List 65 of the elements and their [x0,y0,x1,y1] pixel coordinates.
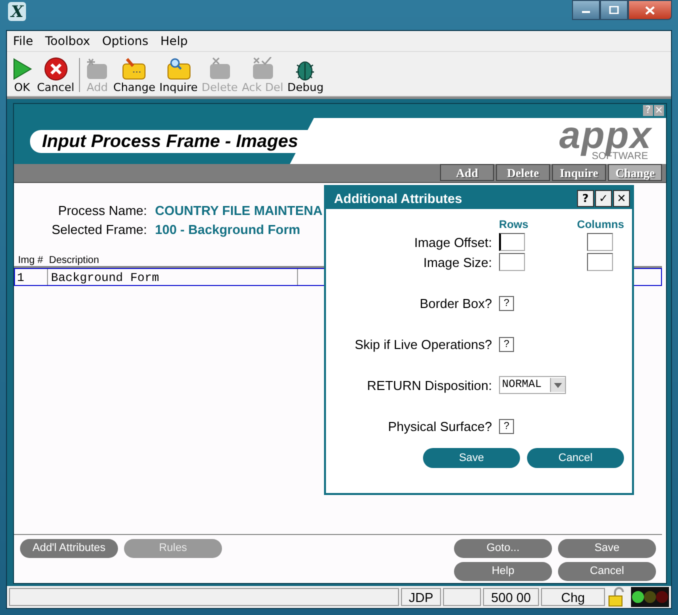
action-button[interactable]: Goto... [454,539,552,558]
minimize-button[interactable] [572,0,600,20]
title-button[interactable]: ✓ [595,190,612,206]
field-label: RETURN Disposition: [366,378,493,392]
menu-item[interactable]: File [13,34,34,48]
tab[interactable]: Add [440,164,494,181]
field-label: Image Offset: [413,234,493,250]
toolbar-button[interactable]: OK [9,57,35,94]
toolbar-button[interactable]: Inquire [157,57,200,94]
checkbox[interactable]: ? [499,296,514,310]
padlock-icon [607,587,627,607]
play-icon [11,57,33,81]
title-button[interactable]: ? [577,190,594,206]
folder-star-icon [85,57,110,81]
dropdown[interactable]: NORMAL [499,376,566,394]
action-button[interactable]: Help [454,562,552,581]
toolbar-button[interactable]: Change [111,57,158,94]
maximize-button[interactable] [600,0,628,20]
status-panel [443,588,481,606]
action-button[interactable]: Cancel [558,562,656,581]
checkbox[interactable]: ? [499,418,514,434]
menu-item[interactable]: Options [102,34,148,48]
field-label: Image Size: [422,254,493,270]
folder-magnifier-icon [166,57,192,81]
tab[interactable]: Delete [496,164,550,181]
folder-cross-icon [208,57,232,81]
column-header: Columns [577,219,626,231]
field-value: 100 - Background Form [155,222,300,237]
table-cell: 1 [15,269,48,285]
title-button[interactable]: ✕ [613,190,630,206]
toolbar-button[interactable]: Cancel [35,57,76,94]
folder-check-icon [250,57,275,81]
field-value: COUNTRY FILE MAINTENA [155,203,323,218]
field-label: Physical Surface? [386,418,493,434]
traffic-light-icon [631,587,669,607]
tab[interactable]: Inquire [552,164,606,181]
input-field[interactable] [587,233,613,251]
status-cell: 500 00 [483,588,539,606]
cancel-icon [44,57,68,81]
field-label: Selected Frame: [50,222,147,237]
field-label: Process Name: [57,203,147,218]
app-logo: X [8,2,26,20]
close-button[interactable] [628,0,672,20]
table-cell: Background Form [48,269,298,285]
close-icon [645,6,655,14]
input-field[interactable] [499,233,525,251]
status-cell: Chg [541,588,605,606]
field-label: Skip if Live Operations? [354,336,493,352]
column-header: Description [49,255,100,266]
menu-item[interactable]: Toolbox [45,34,90,48]
dialog-button[interactable]: Cancel [527,448,624,468]
maximize-icon [609,6,619,14]
action-button[interactable]: Add'l Attributes [20,539,118,558]
dialog-button[interactable]: Save [423,448,520,468]
dialog-title: Additional Attributes [334,190,462,206]
field-label: Border Box? [418,296,493,310]
action-button[interactable]: Save [558,539,656,558]
input-field[interactable] [499,253,525,271]
toolbar-button[interactable]: Debug [285,57,326,94]
input-field[interactable] [587,253,613,271]
checkbox[interactable]: ? [499,336,514,352]
folder-pencil-icon [121,57,148,81]
menu-item[interactable]: Help [160,34,188,48]
column-header: Img # [18,255,44,266]
status-cell: JDP [401,588,441,606]
